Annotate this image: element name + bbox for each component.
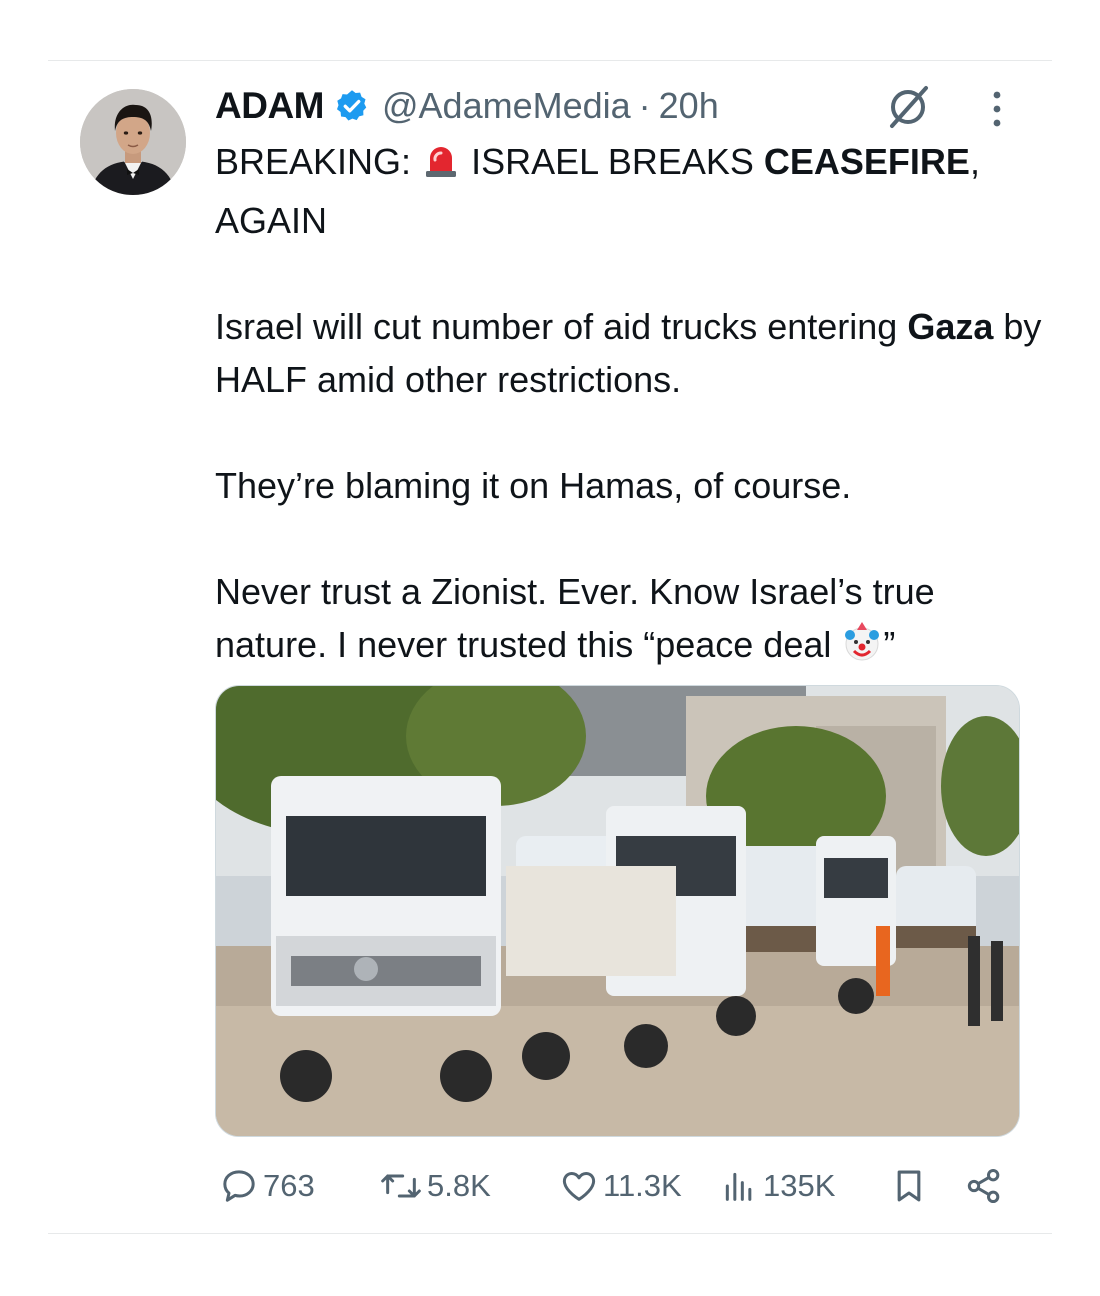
more-options-icon[interactable] [980,86,1014,132]
closing-quote: ” [883,624,896,665]
timestamp[interactable]: 20h [659,85,719,127]
headline-comma: , [969,141,980,182]
tweet-image[interactable] [215,685,1020,1137]
tweet-text: BREAKING: ISRAEL BREAKS CEASEFIRE, AGAIN… [215,135,1045,677]
headline-text: ISRAEL BREAKS [471,141,754,182]
top-divider [48,60,1052,61]
action-bar: 763 5.8K 11.3K 135K [215,1160,1015,1212]
bottom-divider [48,1233,1052,1234]
views-icon [719,1166,759,1206]
tweet-paragraph-2: Israel will cut number of aid trucks ent… [215,300,1045,406]
zionist-text: Never trust a Zionist. Ever. Know Israel… [215,571,935,612]
reply-icon [219,1166,259,1206]
reply-count: 763 [263,1168,315,1203]
share-icon [964,1166,1004,1206]
author-handle[interactable]: @AdameMedia [382,85,631,127]
ceasefire-bold: CEASEFIRE [763,141,970,182]
peace-deal-text: nature. I never trusted this “peace deal [215,624,832,665]
avatar[interactable] [80,89,186,195]
author-name[interactable]: ADAM [215,85,324,127]
like-button[interactable]: 11.3K [555,1160,682,1212]
tweet-line-1: BREAKING: ISRAEL BREAKS CEASEFIRE, [215,135,1045,194]
retweet-button[interactable]: 5.8K [375,1160,491,1212]
views-button[interactable]: 135K [715,1160,835,1212]
gaza-bold: Gaza [907,306,994,347]
separator-dot: · [638,85,651,126]
tweet-paragraph-4: Never trust a Zionist. Ever. Know Israel… [215,565,1045,677]
retweet-icon [379,1166,423,1206]
reply-button[interactable]: 763 [215,1160,315,1212]
like-count: 11.3K [603,1168,682,1203]
bookmark-button[interactable] [887,1160,927,1212]
bookmark-icon [891,1166,927,1206]
aid-trucks-text: Israel will cut number of aid trucks ent… [215,306,898,347]
breaking-label: BREAKING: [215,141,412,182]
grok-icon[interactable] [884,82,934,132]
clown-face-emoji [841,621,883,677]
retweet-count: 5.8K [427,1168,491,1203]
verified-badge-icon[interactable] [334,88,370,124]
share-button[interactable] [960,1160,1004,1212]
like-icon [559,1166,599,1206]
tweet-header: ADAM @AdameMedia · 20h [215,82,719,130]
tweet-line-2: AGAIN [215,200,328,241]
tweet-paragraph-3: They’re blaming it on Hamas, of course. [215,465,852,506]
views-count: 135K [763,1168,836,1203]
police-light-emoji [421,140,461,194]
